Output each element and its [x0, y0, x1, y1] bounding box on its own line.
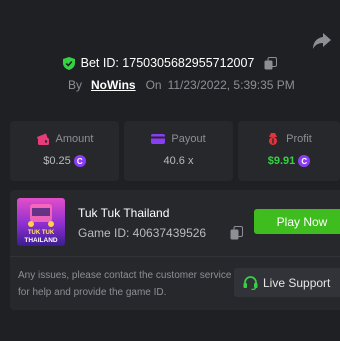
bet-meta-row: By NoWins On 11/23/2022, 5:39:35 PM — [68, 77, 295, 93]
profit-icon — [269, 133, 278, 145]
stat-payout: Payout 40.6 x — [124, 121, 233, 181]
game-title: Tuk Tuk Thailand — [78, 206, 170, 220]
headset-icon — [243, 275, 258, 290]
divider — [10, 256, 340, 257]
stat-label: Payout — [171, 133, 206, 145]
on-label: On — [145, 78, 162, 92]
thumb-top-text: TUK TUK — [28, 230, 55, 236]
game-id: Game ID: 40637439526 — [78, 226, 207, 240]
bet-datetime: 11/23/2022, 5:39:35 PM — [167, 78, 295, 92]
help-text: Any issues, please contact the customer … — [18, 270, 232, 298]
payout-icon — [151, 134, 166, 144]
stat-profit: Profit $9.91 C — [238, 121, 340, 181]
live-support-button[interactable]: Live Support — [234, 268, 340, 297]
coin-icon: C — [73, 155, 86, 167]
thumb-bottom-text: THAILAND — [24, 237, 58, 244]
coin-icon: C — [298, 155, 311, 167]
wallet-icon — [36, 133, 49, 145]
stat-amount: Amount $0.25 C — [10, 121, 119, 181]
stat-value: $0.25 — [43, 155, 71, 167]
shield-check-icon — [62, 56, 75, 70]
share-icon[interactable] — [312, 32, 332, 50]
live-support-label: Live Support — [263, 275, 331, 290]
bet-id-row: Bet ID: 1750305682955712007 — [0, 54, 340, 72]
stat-label: Profit — [286, 133, 312, 145]
by-label: By — [68, 78, 83, 92]
game-thumbnail[interactable]: TUK TUK THAILAND — [17, 198, 65, 246]
username-link[interactable]: NoWins — [91, 78, 136, 92]
bet-id-label: Bet ID: 1750305682955712007 — [80, 56, 255, 70]
play-now-button[interactable]: Play Now — [254, 209, 340, 234]
game-card: TUK TUK THAILAND Tuk Tuk Thailand Game I… — [10, 190, 340, 310]
copy-icon[interactable] — [264, 56, 278, 70]
stat-label: Amount — [55, 133, 94, 145]
stat-value: $9.91 — [267, 155, 296, 167]
copy-icon[interactable] — [230, 226, 243, 240]
stat-value: 40.6 x — [163, 155, 194, 167]
